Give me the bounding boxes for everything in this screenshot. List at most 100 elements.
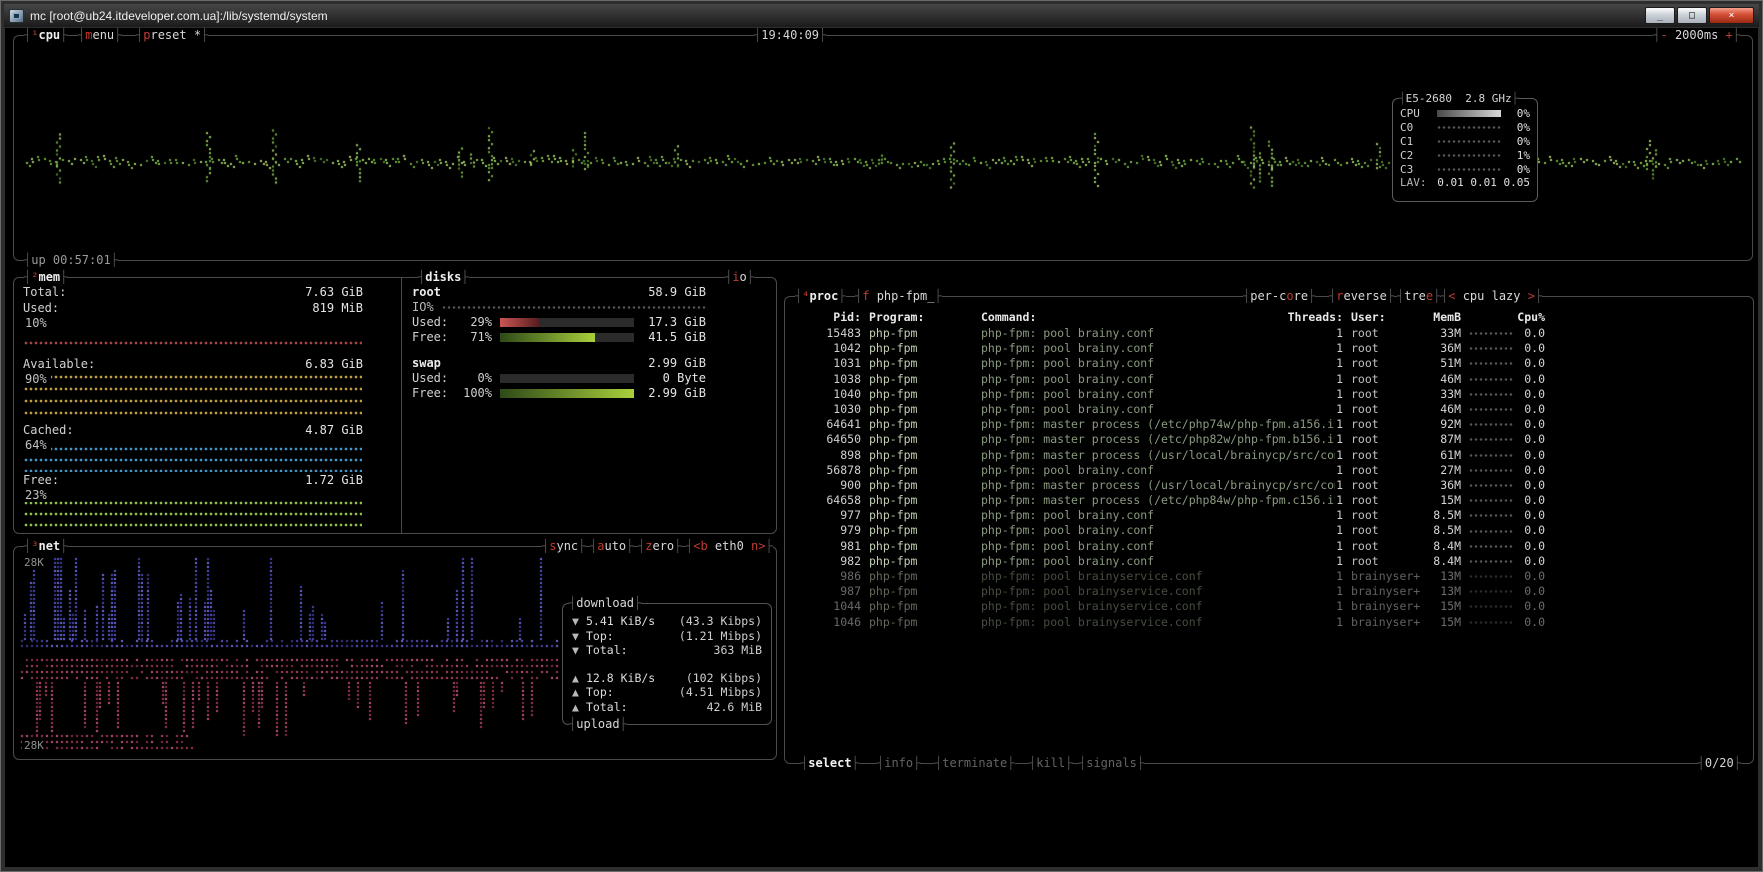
auto-toggle[interactable]: auto	[590, 539, 633, 554]
disk-io-graph	[442, 305, 706, 310]
maximize-button[interactable]: □	[1677, 7, 1707, 24]
process-row[interactable]: 898php-fpmphp-fpm: master process (/usr/…	[793, 448, 1745, 463]
select-button[interactable]: select	[801, 756, 859, 771]
cpu-panel-row: C21%	[1400, 148, 1530, 162]
process-mem-graph	[1469, 407, 1513, 412]
menu-button[interactable]: menu	[78, 28, 121, 43]
minimize-button[interactable]: _	[1645, 7, 1675, 24]
signals-button[interactable]: signals	[1079, 756, 1144, 771]
mem-cached-row: Cached:4.87 GiB	[23, 423, 363, 439]
app-window: mc [root@ub24.itdeveloper.com.ua]:/lib/s…	[0, 0, 1763, 872]
process-mem-graph	[1469, 559, 1513, 564]
process-user: root	[1351, 448, 1427, 463]
process-row[interactable]: 981php-fpmphp-fpm: pool brainy.conf1root…	[793, 539, 1745, 554]
process-row[interactable]: 1040php-fpmphp-fpm: pool brainy.conf1roo…	[793, 387, 1745, 402]
disk-meter-percent: 29%	[458, 315, 492, 330]
disk-size: 2.99 GiB	[648, 356, 706, 371]
preset-button[interactable]: preset *	[136, 28, 208, 43]
upload-title: upload	[569, 717, 627, 732]
cpu-usage-meter	[1437, 110, 1501, 117]
process-user: root	[1351, 493, 1427, 508]
process-row[interactable]: 1031php-fpmphp-fpm: pool brainy.conf1roo…	[793, 356, 1745, 371]
process-row[interactable]: 900php-fpmphp-fpm: master process (/usr/…	[793, 478, 1745, 493]
disk-meter-label: Free:	[412, 330, 458, 345]
process-mem: 51M	[1427, 356, 1461, 371]
process-cpu: 0.0	[1513, 417, 1545, 432]
process-mem-graph	[1469, 544, 1513, 549]
interface-selector[interactable]: <b eth0 n>	[686, 539, 773, 554]
process-row[interactable]: 986php-fpmphp-fpm: pool brainyservice.co…	[793, 569, 1745, 584]
process-mem: 8.5M	[1427, 523, 1461, 538]
process-row[interactable]: 64650php-fpmphp-fpm: master process (/et…	[793, 432, 1745, 447]
process-pid: 1031	[793, 356, 861, 371]
net-upload-value: 42.6 MiB	[707, 700, 762, 715]
col-header-pid: Pid:	[793, 310, 861, 325]
net-scale-bottom: 28K	[22, 739, 46, 752]
process-user: root	[1351, 387, 1427, 402]
net-upload-value: (102 Kibps)	[686, 671, 762, 686]
net-download-label: 5.41 KiB/s	[586, 614, 655, 629]
mem-box-title[interactable]: ²mem	[24, 270, 67, 285]
process-program: php-fpm	[869, 569, 973, 584]
disks-box-title[interactable]: disks	[418, 270, 469, 285]
window-titlebar[interactable]: mc [root@ub24.itdeveloper.com.ua]:/lib/s…	[4, 4, 1759, 27]
proc-box-title[interactable]: ⁴proc	[795, 289, 846, 304]
process-row[interactable]: 982php-fpmphp-fpm: pool brainy.conf1root…	[793, 554, 1745, 569]
process-row[interactable]: 64641php-fpmphp-fpm: master process (/et…	[793, 417, 1745, 432]
uptime: up 00:57:01	[24, 253, 118, 268]
mem-cached-graph: 64%	[23, 438, 363, 473]
process-row[interactable]: 1030php-fpmphp-fpm: pool brainy.conf1roo…	[793, 402, 1745, 417]
proc-filter[interactable]: f php-fpm_	[855, 289, 942, 304]
process-row[interactable]: 977php-fpmphp-fpm: pool brainy.conf1root…	[793, 508, 1745, 523]
process-row[interactable]: 1044php-fpmphp-fpm: pool brainyservice.c…	[793, 599, 1745, 614]
sync-toggle[interactable]: sync	[542, 539, 585, 554]
per-core-toggle[interactable]: per-core	[1243, 289, 1315, 304]
process-row[interactable]: 15483php-fpmphp-fpm: pool brainy.conf1ro…	[793, 326, 1745, 341]
mem-free-percent: 23%	[23, 488, 51, 502]
process-cpu: 0.0	[1513, 599, 1545, 614]
sort-selector[interactable]: < cpu lazy >	[1441, 289, 1542, 304]
process-threads: 1	[1335, 402, 1343, 417]
process-command: php-fpm: master process (/etc/php84w/php…	[981, 493, 1335, 508]
process-row[interactable]: 64658php-fpmphp-fpm: master process (/et…	[793, 493, 1745, 508]
process-mem-graph	[1469, 483, 1513, 488]
mem-used-graph: 10%	[23, 316, 363, 357]
process-user: root	[1351, 402, 1427, 417]
process-mem: 27M	[1427, 463, 1461, 478]
tree-toggle[interactable]: tree	[1397, 289, 1440, 304]
process-pid: 987	[793, 584, 861, 599]
col-header-user: User:	[1351, 310, 1427, 325]
cpu-panel-label: C0	[1400, 121, 1432, 134]
net-upload-label: 12.8 KiB/s	[586, 671, 655, 686]
process-program: php-fpm	[869, 417, 973, 432]
info-button[interactable]: info	[877, 756, 920, 771]
col-header-memgraph-spacer	[1469, 310, 1513, 325]
cpu-box-title[interactable]: ¹cpu	[24, 28, 67, 43]
process-mem-graph	[1469, 392, 1513, 397]
process-user: root	[1351, 539, 1427, 554]
process-threads: 1	[1335, 356, 1343, 371]
net-stats-rows: ▼5.41 KiB/s(43.3 Kibps)▼Top:(1.21 Mibps)…	[572, 614, 762, 716]
process-pid: 982	[793, 554, 861, 569]
update-interval-control[interactable]: - 2000ms +	[1653, 28, 1740, 43]
process-user: root	[1351, 372, 1427, 387]
process-program: php-fpm	[869, 554, 973, 569]
col-header-program: Program:	[869, 310, 973, 325]
close-button[interactable]: ×	[1709, 7, 1754, 24]
terminal-area: ¹cpu menu preset * 19:40:09 - 2000ms + u…	[5, 28, 1758, 867]
upload-arrow-icon: ▲	[572, 685, 586, 700]
net-box-title[interactable]: ³net	[24, 539, 67, 554]
process-row[interactable]: 987php-fpmphp-fpm: pool brainyservice.co…	[793, 584, 1745, 599]
process-row[interactable]: 979php-fpmphp-fpm: pool brainy.conf1root…	[793, 523, 1745, 538]
reverse-toggle[interactable]: reverse	[1329, 289, 1394, 304]
process-row[interactable]: 1038php-fpmphp-fpm: pool brainy.conf1roo…	[793, 372, 1745, 387]
process-row[interactable]: 56878php-fpmphp-fpm: pool brainy.conf1ro…	[793, 463, 1745, 478]
zero-toggle[interactable]: zero	[638, 539, 681, 554]
disks-io-toggle[interactable]: io	[725, 270, 754, 285]
terminate-button[interactable]: terminate	[935, 756, 1015, 771]
kill-button[interactable]: kill	[1029, 756, 1072, 771]
lav-value: 0.01 0.01 0.05	[1432, 176, 1530, 189]
process-counter: 0/20	[1698, 756, 1741, 771]
process-row[interactable]: 1046php-fpmphp-fpm: pool brainyservice.c…	[793, 615, 1745, 630]
process-row[interactable]: 1042php-fpmphp-fpm: pool brainy.conf1roo…	[793, 341, 1745, 356]
